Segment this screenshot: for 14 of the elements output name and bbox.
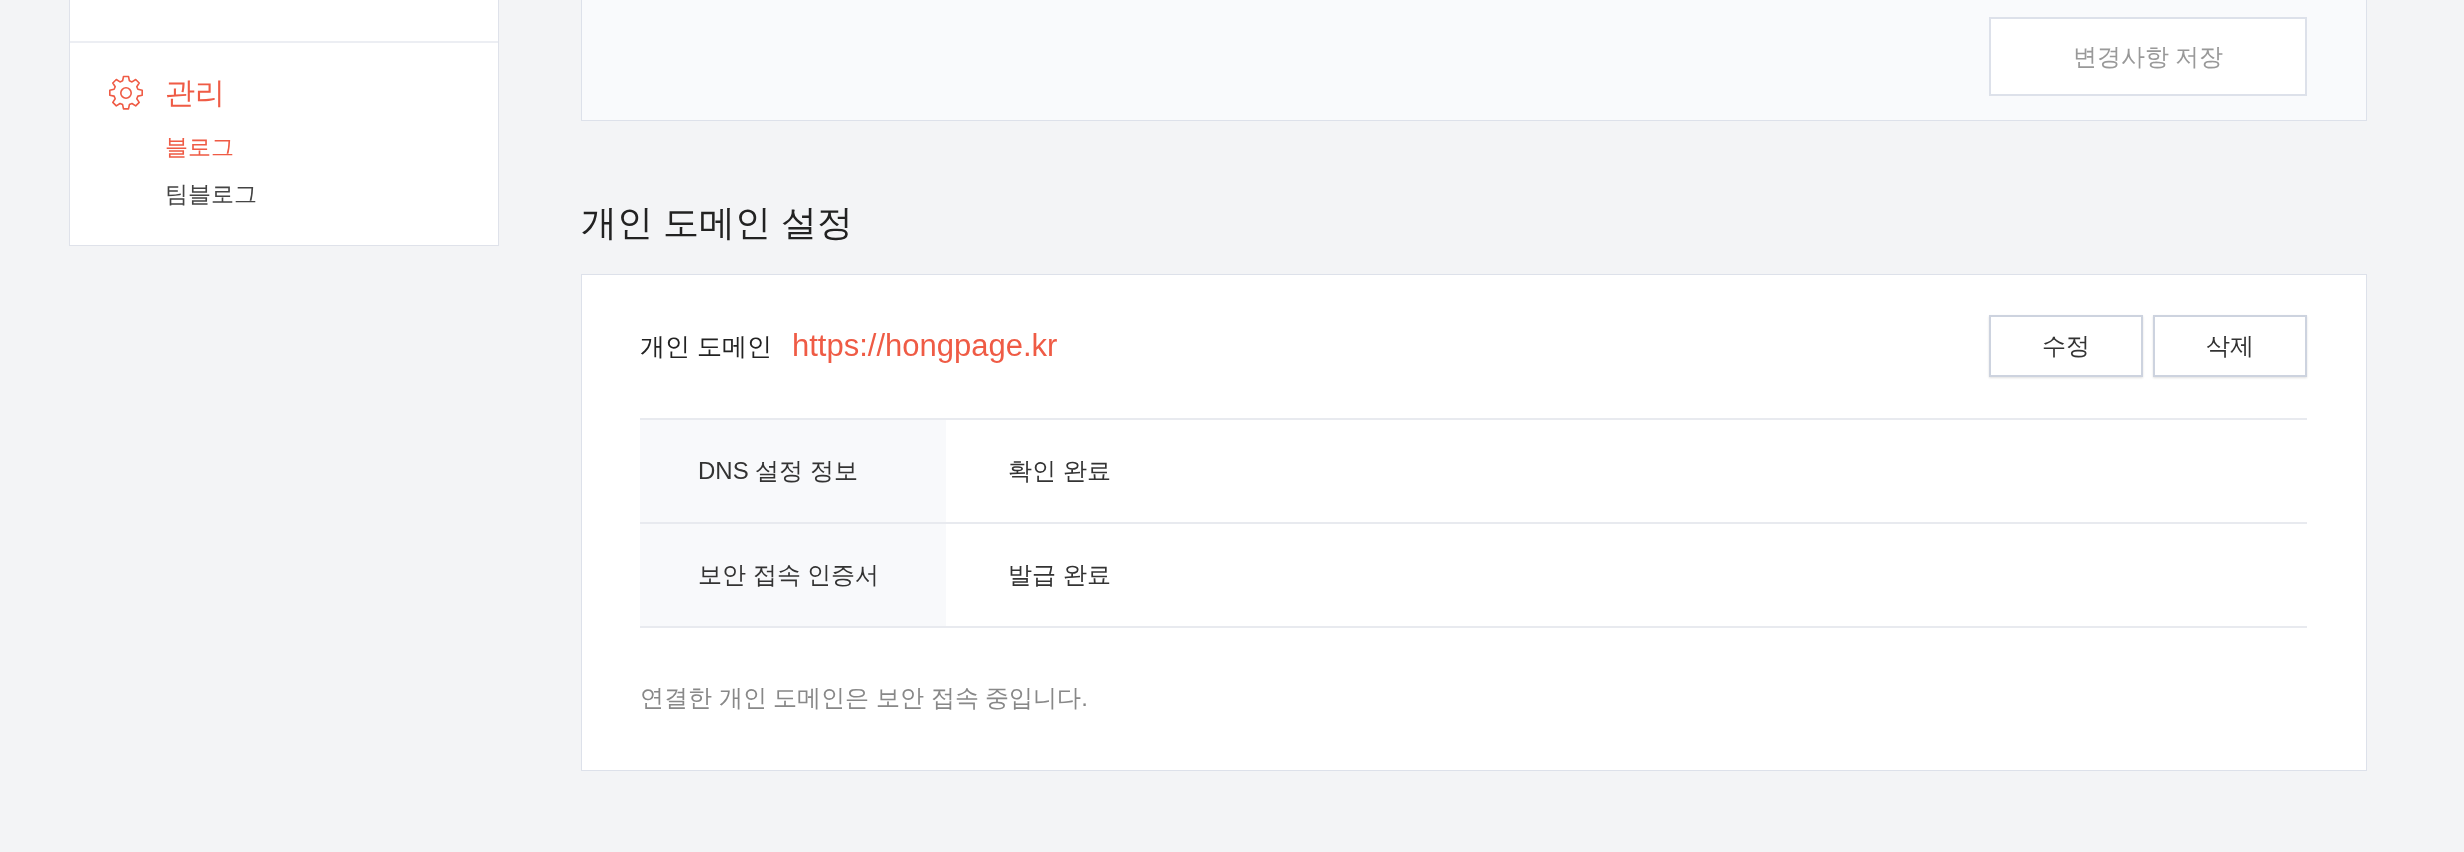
table-header-cell: 보안 접속 인증서 — [640, 524, 946, 626]
table-header-cell: DNS 설정 정보 — [640, 420, 946, 522]
delete-button[interactable]: 삭제 — [2153, 315, 2307, 377]
sidebar-item[interactable]: 팀블로그 — [165, 171, 257, 218]
status-note: 연결한 개인 도메인은 보안 접속 중입니다. — [640, 683, 1088, 713]
gear-icon — [108, 75, 144, 111]
table-cell-text: 발급 완료 — [1007, 560, 1112, 590]
domain-label: 개인 도메인 — [640, 330, 772, 362]
section-title: 개인 도메인 설정 — [581, 201, 853, 245]
sidebar-item[interactable]: 블로그 — [165, 124, 234, 171]
domain-link[interactable]: https://hongpage.kr — [791, 328, 1058, 364]
sidebar-section-title[interactable]: 관리 — [165, 75, 225, 111]
edit-button[interactable]: 수정 — [1989, 315, 2143, 377]
table-cell-text: 확인 완료 — [1007, 456, 1112, 486]
